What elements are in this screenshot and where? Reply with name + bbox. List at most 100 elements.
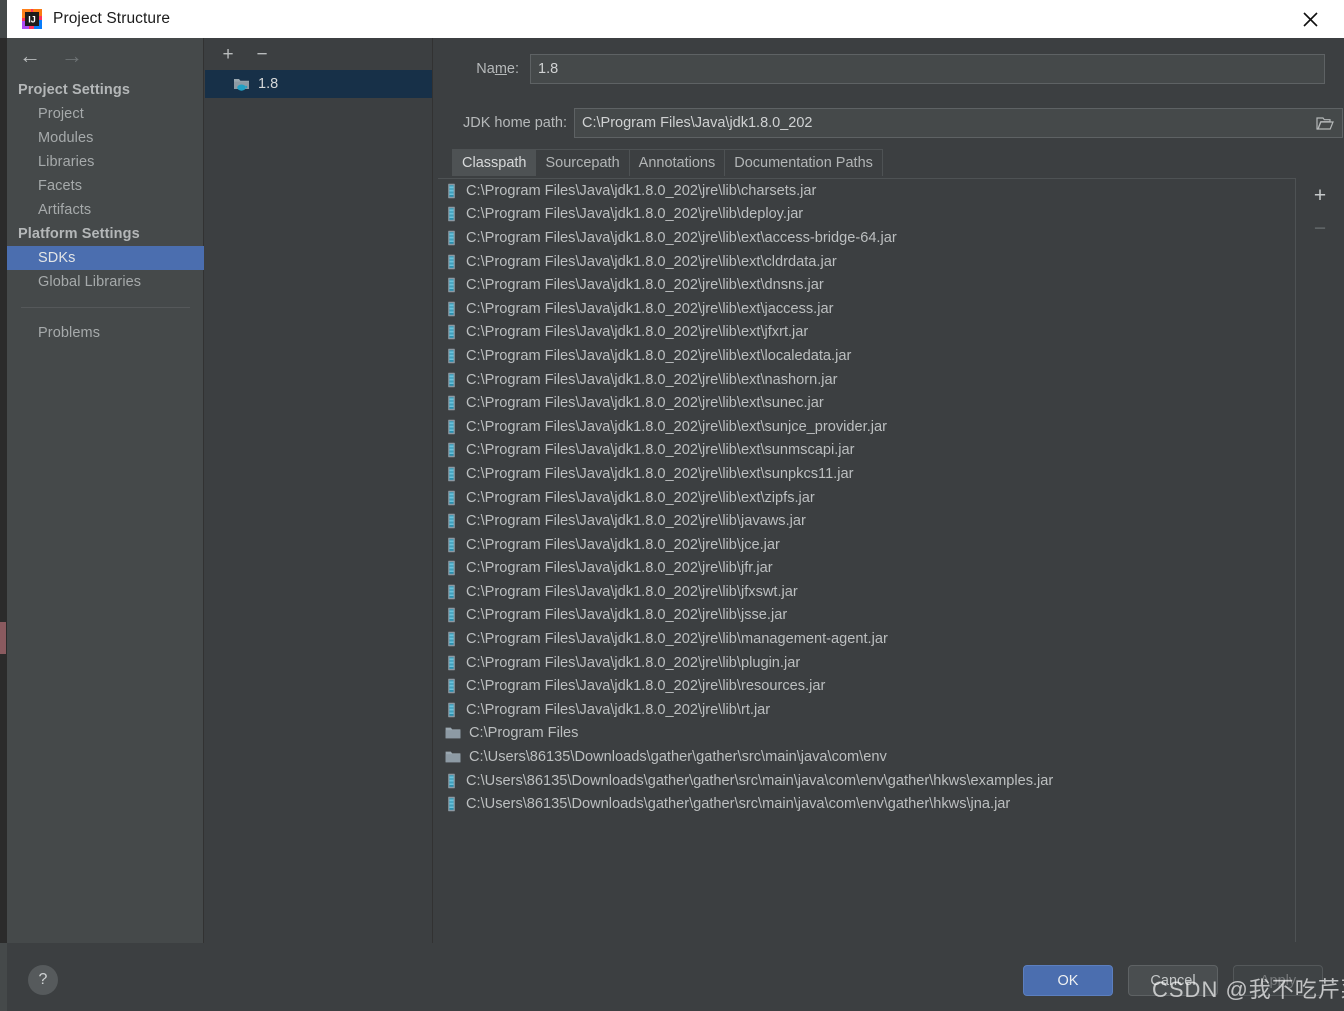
intellij-idea-logo-icon: IJ bbox=[22, 9, 42, 29]
classpath-row[interactable]: C:\Program Files\Java\jdk1.8.0_202\jre\l… bbox=[438, 462, 1295, 486]
classpath-row[interactable]: C:\Users\86135\Downloads\gather\gather\s… bbox=[438, 769, 1295, 793]
classpath-row-path: C:\Program Files\Java\jdk1.8.0_202\jre\l… bbox=[466, 583, 798, 600]
classpath-row-path: C:\Program Files\Java\jdk1.8.0_202\jre\l… bbox=[466, 701, 771, 718]
classpath-row-path: C:\Program Files\Java\jdk1.8.0_202\jre\l… bbox=[466, 253, 837, 270]
sidebar-item-facets[interactable]: Facets bbox=[7, 174, 204, 198]
jar-icon bbox=[445, 348, 458, 364]
detail-tabs: Classpath Sourcepath Annotations Documen… bbox=[452, 148, 1330, 176]
classpath-row-path: C:\Program Files\Java\jdk1.8.0_202\jre\l… bbox=[466, 324, 809, 341]
cancel-button[interactable]: Cancel bbox=[1128, 965, 1218, 996]
plus-icon[interactable]: + bbox=[1314, 185, 1326, 206]
classpath-row[interactable]: C:\Program Files\Java\jdk1.8.0_202\jre\l… bbox=[438, 415, 1295, 439]
classpath-row[interactable]: C:\Program Files\Java\jdk1.8.0_202\jre\l… bbox=[438, 604, 1295, 628]
classpath-row-path: C:\Program Files\Java\jdk1.8.0_202\jre\l… bbox=[466, 607, 788, 624]
classpath-row[interactable]: C:\Program Files\Java\jdk1.8.0_202\jre\l… bbox=[438, 250, 1295, 274]
jar-icon bbox=[445, 490, 458, 506]
classpath-row[interactable]: C:\Users\86135\Downloads\gather\gather\s… bbox=[438, 792, 1295, 816]
svg-text:IJ: IJ bbox=[28, 15, 36, 25]
sdk-list[interactable]: 1.8 bbox=[205, 70, 432, 98]
jdk-home-path-value: C:\Program Files\Java\jdk1.8.0_202 bbox=[582, 115, 813, 131]
classpath-row[interactable]: C:\Program Files\Java\jdk1.8.0_202\jre\l… bbox=[438, 273, 1295, 297]
classpath-row-path: C:\Program Files\Java\jdk1.8.0_202\jre\l… bbox=[466, 206, 804, 223]
jar-icon bbox=[445, 277, 458, 293]
jar-icon bbox=[445, 631, 458, 647]
classpath-row[interactable]: C:\Program Files\Java\jdk1.8.0_202\jre\l… bbox=[438, 627, 1295, 651]
project-structure-dialog: IJ Project Structure ← → Project Setting… bbox=[0, 0, 1344, 1011]
classpath-row[interactable]: C:\Program Files\Java\jdk1.8.0_202\jre\l… bbox=[438, 651, 1295, 675]
jdk-home-path-input[interactable]: C:\Program Files\Java\jdk1.8.0_202 bbox=[574, 108, 1343, 138]
help-button[interactable]: ? bbox=[28, 965, 58, 995]
classpath-row[interactable]: C:\Program Files\Java\jdk1.8.0_202\jre\l… bbox=[438, 439, 1295, 463]
sidebar-item-libraries[interactable]: Libraries bbox=[7, 150, 204, 174]
classpath-row-path: C:\Program Files\Java\jdk1.8.0_202\jre\l… bbox=[466, 631, 888, 648]
classpath-row-path: C:\Program Files\Java\jdk1.8.0_202\jre\l… bbox=[466, 489, 815, 506]
classpath-row-path: C:\Program Files\Java\jdk1.8.0_202\jre\l… bbox=[466, 229, 897, 246]
jar-icon bbox=[445, 183, 458, 199]
jar-icon bbox=[445, 678, 458, 694]
ok-button[interactable]: OK bbox=[1023, 965, 1113, 996]
classpath-row[interactable]: C:\Program Files\Java\jdk1.8.0_202\jre\l… bbox=[438, 344, 1295, 368]
name-label: Name: bbox=[476, 61, 519, 77]
classpath-row[interactable]: C:\Program Files\Java\jdk1.8.0_202\jre\l… bbox=[438, 368, 1295, 392]
classpath-row-path: C:\Program Files\Java\jdk1.8.0_202\jre\l… bbox=[466, 300, 834, 317]
jar-icon bbox=[445, 372, 458, 388]
jdk-home-path-row: JDK home path: C:\Program Files\Java\jdk… bbox=[434, 108, 1344, 138]
classpath-row-path: C:\Program Files\Java\jdk1.8.0_202\jre\l… bbox=[466, 418, 887, 435]
plus-icon[interactable]: + bbox=[219, 45, 237, 64]
navigation-arrows: ← → bbox=[7, 38, 204, 74]
classpath-row[interactable]: C:\Program Files\Java\jdk1.8.0_202\jre\l… bbox=[438, 674, 1295, 698]
sdk-list-toolbar: + − bbox=[205, 38, 432, 70]
jar-icon bbox=[445, 796, 458, 812]
sidebar-item-project[interactable]: Project bbox=[7, 102, 204, 126]
sidebar-item-sdks[interactable]: SDKs bbox=[7, 246, 204, 270]
classpath-row-path: C:\Program Files\Java\jdk1.8.0_202\jre\l… bbox=[466, 654, 801, 671]
classpath-row[interactable]: C:\Program Files\Java\jdk1.8.0_202\jre\l… bbox=[438, 226, 1295, 250]
sdk-list-item-1-8[interactable]: 1.8 bbox=[205, 70, 432, 98]
dialog-body: ← → Project Settings Project Modules Lib… bbox=[7, 38, 1344, 943]
classpath-row-path: C:\Users\86135\Downloads\gather\gather\s… bbox=[469, 749, 887, 766]
tab-annotations[interactable]: Annotations bbox=[628, 149, 726, 176]
classpath-row-path: C:\Program Files\Java\jdk1.8.0_202\jre\l… bbox=[466, 513, 806, 530]
jar-icon bbox=[445, 655, 458, 671]
tab-sourcepath[interactable]: Sourcepath bbox=[535, 149, 630, 176]
title-bar: IJ Project Structure bbox=[7, 0, 1344, 38]
jar-icon bbox=[445, 442, 458, 458]
tab-documentation-paths[interactable]: Documentation Paths bbox=[724, 149, 883, 176]
sidebar-item-modules[interactable]: Modules bbox=[7, 126, 204, 150]
classpath-row[interactable]: C:\Program Files bbox=[438, 722, 1295, 746]
background-window-sliver bbox=[0, 622, 6, 654]
classpath-row[interactable]: C:\Program Files\Java\jdk1.8.0_202\jre\l… bbox=[438, 321, 1295, 345]
sidebar-group-platform-settings: Platform Settings bbox=[18, 226, 140, 242]
window-left-edge bbox=[0, 38, 7, 943]
classpath-row[interactable]: C:\Program Files\Java\jdk1.8.0_202\jre\l… bbox=[438, 297, 1295, 321]
classpath-row-path: C:\Program Files\Java\jdk1.8.0_202\jre\l… bbox=[466, 395, 824, 412]
classpath-row-path: C:\Program Files\Java\jdk1.8.0_202\jre\l… bbox=[466, 182, 817, 199]
classpath-row-path: C:\Program Files\Java\jdk1.8.0_202\jre\l… bbox=[466, 536, 780, 553]
name-input[interactable]: 1.8 bbox=[530, 54, 1325, 84]
window-title: Project Structure bbox=[53, 10, 171, 27]
classpath-row[interactable]: C:\Program Files\Java\jdk1.8.0_202\jre\l… bbox=[438, 179, 1295, 203]
sidebar-item-artifacts[interactable]: Artifacts bbox=[7, 198, 204, 222]
sidebar-item-global-libraries[interactable]: Global Libraries bbox=[7, 270, 204, 294]
classpath-row[interactable]: C:\Program Files\Java\jdk1.8.0_202\jre\l… bbox=[438, 391, 1295, 415]
classpath-row[interactable]: C:\Program Files\Java\jdk1.8.0_202\jre\l… bbox=[438, 203, 1295, 227]
classpath-row[interactable]: C:\Program Files\Java\jdk1.8.0_202\jre\l… bbox=[438, 580, 1295, 604]
classpath-row[interactable]: C:\Users\86135\Downloads\gather\gather\s… bbox=[438, 745, 1295, 769]
name-field-row: Name: 1.8 bbox=[434, 54, 1344, 84]
folder-open-icon[interactable] bbox=[1312, 111, 1338, 135]
close-icon[interactable] bbox=[1288, 0, 1332, 38]
classpath-row-path: C:\Program Files bbox=[469, 725, 579, 742]
classpath-list[interactable]: C:\Program Files\Java\jdk1.8.0_202\jre\l… bbox=[438, 178, 1295, 942]
arrow-right-icon[interactable]: → bbox=[61, 45, 83, 67]
classpath-row[interactable]: C:\Program Files\Java\jdk1.8.0_202\jre\l… bbox=[438, 698, 1295, 722]
minus-icon[interactable]: − bbox=[253, 45, 271, 64]
classpath-row[interactable]: C:\Program Files\Java\jdk1.8.0_202\jre\l… bbox=[438, 533, 1295, 557]
classpath-row[interactable]: C:\Program Files\Java\jdk1.8.0_202\jre\l… bbox=[438, 509, 1295, 533]
classpath-row[interactable]: C:\Program Files\Java\jdk1.8.0_202\jre\l… bbox=[438, 557, 1295, 581]
arrow-left-icon[interactable]: ← bbox=[19, 45, 41, 67]
classpath-row-path: C:\Program Files\Java\jdk1.8.0_202\jre\l… bbox=[466, 347, 852, 364]
tab-classpath[interactable]: Classpath bbox=[452, 149, 537, 176]
sidebar-item-problems[interactable]: Problems bbox=[7, 321, 204, 345]
classpath-row[interactable]: C:\Program Files\Java\jdk1.8.0_202\jre\l… bbox=[438, 486, 1295, 510]
classpath-row-path: C:\Users\86135\Downloads\gather\gather\s… bbox=[466, 796, 1011, 813]
